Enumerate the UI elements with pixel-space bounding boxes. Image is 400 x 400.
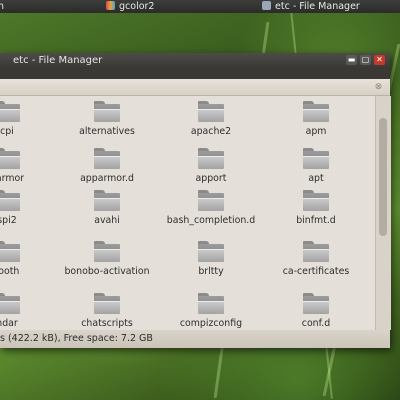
folder-label: brltty (198, 266, 224, 277)
folder-icon (303, 148, 329, 169)
folder-icon (94, 241, 120, 262)
folder-label: ca-certificates (282, 266, 350, 277)
folder-label: parmor (0, 173, 25, 184)
status-bar: s (422.2 kB), Free space: 7.2 GB (0, 330, 390, 348)
taskbar-item-label: gcolor2 (119, 1, 155, 12)
status-text: s (422.2 kB), Free space: 7.2 GB (0, 333, 153, 344)
file-grid[interactable]: cpi alternatives apache2 apm parmor appa… (0, 96, 375, 330)
folder-label: conf.d (301, 318, 331, 329)
folder-label: binfmt.d (296, 215, 336, 226)
scrollbar-thumb[interactable] (379, 118, 387, 236)
folder-label: cpi (0, 126, 14, 137)
window-titlebar[interactable]: etc - File Manager ▬ ▢ ✕ (0, 53, 390, 68)
maximize-button[interactable]: ▢ (360, 55, 371, 65)
folder-icon (198, 148, 224, 169)
folder-label: alternatives (79, 126, 135, 137)
folder-icon (0, 148, 20, 169)
folder-label: apport (195, 173, 227, 184)
folder-label: compizconfig (179, 318, 243, 329)
folder-icon (198, 190, 224, 211)
file-manager-window: etc - File Manager ▬ ▢ ✕ ⊗ cpi alternati… (0, 53, 391, 348)
folder-label: apparmor.d (80, 173, 134, 184)
folder-icon (0, 293, 20, 314)
folder-icon (198, 293, 224, 314)
folder-label: avahi (94, 215, 120, 226)
folder-icon (0, 190, 20, 211)
folder-icon (198, 241, 224, 262)
folder-icon (303, 241, 329, 262)
minimize-button[interactable]: ▬ (346, 55, 357, 65)
folder-icon (303, 293, 329, 314)
folder-label: chatscripts (81, 318, 133, 329)
taskbar-item-label: etc - File Manager (275, 1, 360, 12)
folder-label: apt (308, 173, 324, 184)
folder-icon (94, 148, 120, 169)
folder-icon (94, 190, 120, 211)
top-panel: n gcolor2 etc - File Manager (0, 0, 400, 13)
menu-bar[interactable] (0, 68, 390, 79)
folder-label: tooth (0, 266, 20, 277)
taskbar-item-file-manager[interactable]: etc - File Manager (262, 0, 360, 13)
folder-icon (94, 101, 120, 122)
folder-label: bash_completion.d (166, 215, 256, 226)
vertical-scrollbar[interactable] (375, 96, 391, 330)
taskbar-item-gcolor2[interactable]: gcolor2 (106, 0, 154, 13)
close-button[interactable]: ✕ (374, 55, 385, 65)
folder-icon (94, 293, 120, 314)
taskbar-item-app[interactable]: n (0, 0, 4, 13)
folder-label: apache2 (190, 126, 232, 137)
folder-icon (0, 101, 20, 122)
taskbar-item-label: n (0, 1, 5, 12)
color-palette-icon (106, 1, 115, 10)
folder-label: ndar (0, 318, 18, 329)
folder-label: apm (305, 126, 327, 137)
window-title: etc - File Manager (13, 55, 103, 66)
location-toolbar: ⊗ (0, 79, 390, 96)
clear-search-icon[interactable]: ⊗ (373, 82, 384, 92)
folder-label: spi2 (0, 215, 17, 226)
folder-icon (303, 101, 329, 122)
folder-icon (198, 101, 224, 122)
file-manager-icon (262, 1, 271, 10)
folder-icon (0, 241, 20, 262)
folder-label: bonobo-activation (64, 266, 150, 277)
folder-icon (303, 190, 329, 211)
